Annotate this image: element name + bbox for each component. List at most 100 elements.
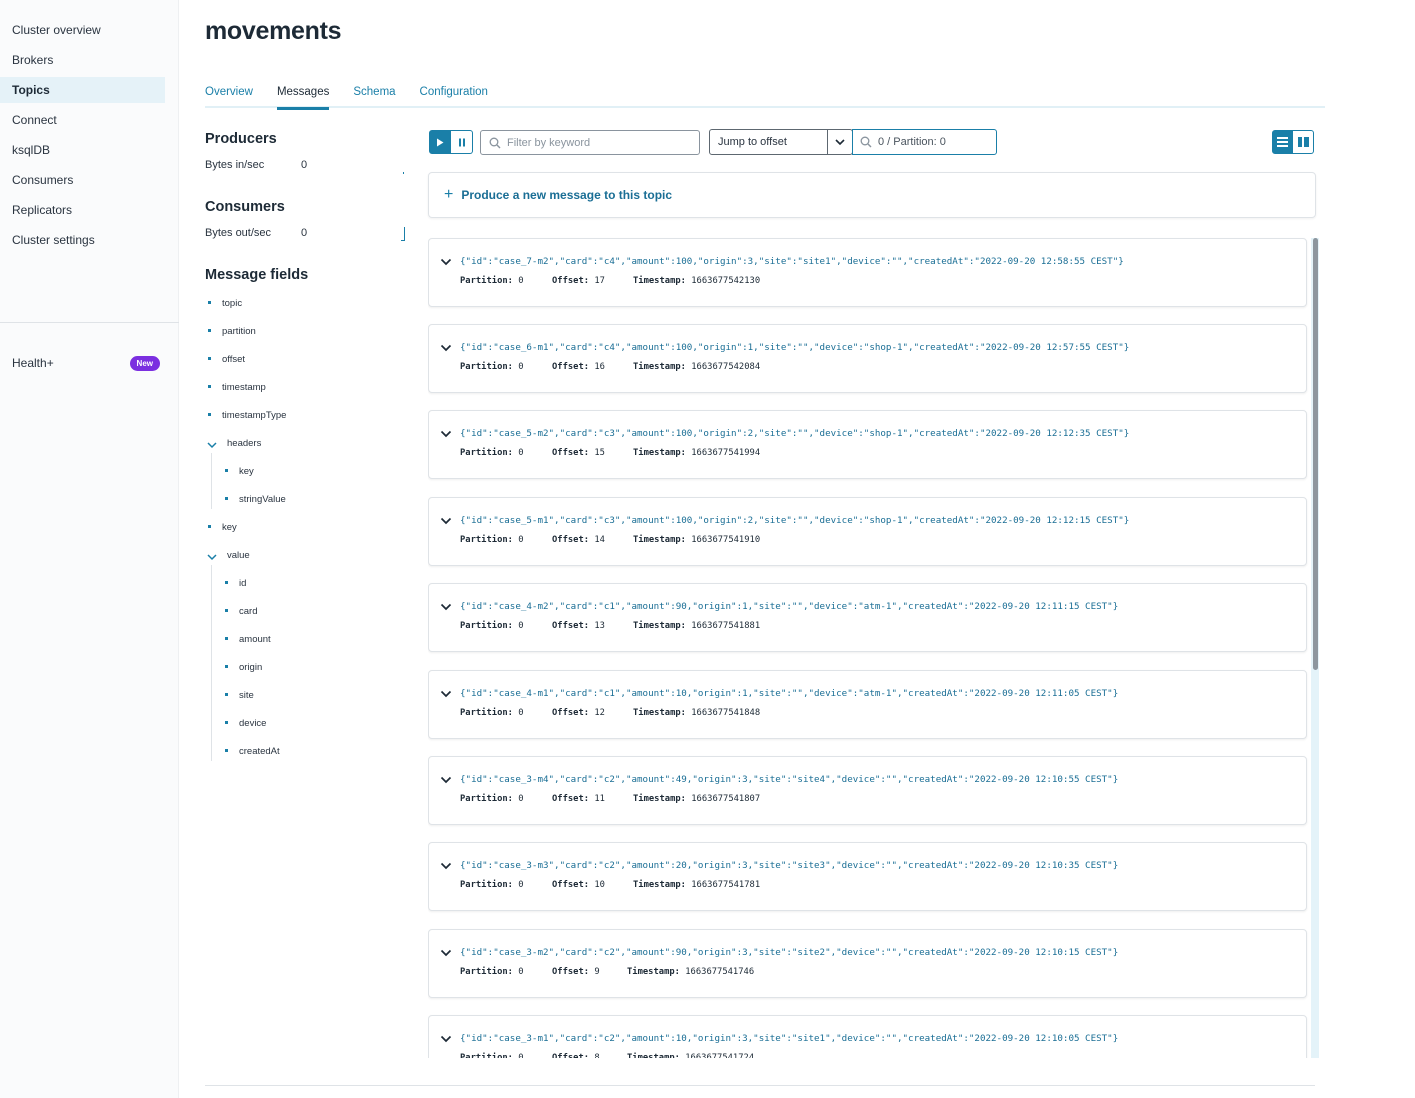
chevron-down-icon[interactable] bbox=[440, 861, 452, 871]
play-button[interactable] bbox=[429, 130, 451, 154]
scrollbar-thumb[interactable] bbox=[1313, 238, 1318, 670]
chevron-down-icon[interactable] bbox=[440, 689, 452, 699]
partition-label: Partition: bbox=[460, 1053, 513, 1058]
bullet-icon bbox=[208, 384, 211, 388]
message-meta: Partition: 0 Offset: 13 Timestamp: 1663677… bbox=[460, 621, 760, 631]
sidebar-item-health-plus[interactable]: Health+ New bbox=[12, 353, 160, 373]
field-label: timestamp bbox=[222, 382, 266, 393]
field-label: partition bbox=[222, 326, 256, 337]
sidebar-item-replicators[interactable]: Replicators bbox=[0, 197, 165, 223]
chevron-down-icon[interactable] bbox=[440, 775, 452, 785]
field-value-amount[interactable]: amount bbox=[225, 633, 271, 647]
offset-label: Offset: bbox=[552, 362, 590, 372]
message-card[interactable]: {"id":"case_5-m1","card":"c3","amount":1… bbox=[428, 497, 1307, 566]
offset-partition-field[interactable] bbox=[852, 129, 997, 155]
message-meta: Partition: 0 Offset: 9 Timestamp: 16636775… bbox=[460, 967, 754, 977]
card-view-button[interactable] bbox=[1293, 130, 1314, 154]
message-card[interactable]: {"id":"case_4-m2","card":"c1","amount":9… bbox=[428, 583, 1307, 652]
message-card[interactable]: {"id":"case_3-m3","card":"c2","amount":2… bbox=[428, 842, 1307, 911]
offset-value: 10 bbox=[594, 880, 605, 890]
timestamp-value: 1663677541724 bbox=[685, 1053, 755, 1058]
playback-controls bbox=[429, 130, 473, 154]
chevron-down-icon[interactable] bbox=[440, 343, 452, 353]
pause-button[interactable] bbox=[451, 130, 473, 154]
message-value: {"id":"case_3-m3","card":"c2","amount":2… bbox=[460, 860, 1119, 871]
tab-configuration[interactable]: Configuration bbox=[420, 80, 488, 108]
sidebar-item-consumers[interactable]: Consumers bbox=[0, 167, 165, 193]
message-card[interactable]: {"id":"case_3-m1","card":"c2","amount":1… bbox=[428, 1015, 1307, 1058]
field-value-origin[interactable]: origin bbox=[225, 661, 262, 675]
chevron-down-icon[interactable] bbox=[207, 440, 217, 450]
timestamp-label: Timestamp: bbox=[627, 967, 680, 977]
sidebar-item-cluster-overview[interactable]: Cluster overview bbox=[0, 17, 165, 43]
tree-line bbox=[211, 453, 212, 509]
sidebar-item-connect[interactable]: Connect bbox=[0, 107, 165, 133]
message-card[interactable]: {"id":"case_5-m2","card":"c3","amount":1… bbox=[428, 410, 1307, 479]
sidebar-item-ksqldb[interactable]: ksqlDB bbox=[0, 137, 165, 163]
message-meta: Partition: 0 Offset: 15 Timestamp: 1663677… bbox=[460, 448, 760, 458]
field-partition[interactable]: partition bbox=[208, 325, 256, 339]
message-card[interactable]: {"id":"case_4-m1","card":"c1","amount":1… bbox=[428, 670, 1307, 739]
field-offset[interactable]: offset bbox=[208, 353, 245, 367]
field-label: card bbox=[239, 606, 258, 617]
message-card[interactable]: {"id":"case_3-m4","card":"c2","amount":4… bbox=[428, 756, 1307, 825]
filter-keyword-input[interactable] bbox=[507, 136, 687, 149]
message-card[interactable]: {"id":"case_6-m1","card":"c4","amount":1… bbox=[428, 324, 1307, 393]
tab-messages[interactable]: Messages bbox=[276, 80, 330, 110]
chevron-down-icon[interactable] bbox=[440, 602, 452, 612]
tab-schema[interactable]: Schema bbox=[353, 80, 395, 108]
list-view-button[interactable] bbox=[1272, 130, 1293, 154]
field-timestamp[interactable]: timestamp bbox=[208, 381, 266, 395]
field-value-card[interactable]: card bbox=[225, 605, 257, 619]
field-label: key bbox=[222, 522, 237, 533]
partition-label: Partition: bbox=[460, 708, 513, 718]
field-headers-key[interactable]: key bbox=[225, 465, 254, 479]
chevron-down-icon[interactable] bbox=[440, 516, 452, 526]
sidebar: Cluster overview Brokers Topics Connect … bbox=[0, 0, 179, 1098]
field-value-device[interactable]: device bbox=[225, 717, 266, 731]
message-card[interactable]: {"id":"case_3-m2","card":"c2","amount":9… bbox=[428, 929, 1307, 998]
field-label: amount bbox=[239, 634, 271, 645]
message-meta: Partition: 0 Offset: 14 Timestamp: 1663677… bbox=[460, 535, 760, 545]
field-value-site[interactable]: site bbox=[225, 689, 254, 703]
field-topic[interactable]: topic bbox=[208, 297, 242, 311]
timestamp-value: 1663677541807 bbox=[691, 794, 761, 804]
field-value-id[interactable]: id bbox=[225, 577, 246, 591]
bytes-in-label: Bytes in/sec bbox=[205, 159, 265, 171]
tab-overview[interactable]: Overview bbox=[205, 80, 253, 108]
sidebar-item-cluster-settings[interactable]: Cluster settings bbox=[0, 227, 165, 253]
offset-value: 14 bbox=[594, 535, 605, 545]
timestamp-value: 1663677541746 bbox=[685, 967, 755, 977]
bullet-icon bbox=[225, 664, 228, 668]
chevron-down-icon[interactable] bbox=[207, 552, 217, 562]
select-arrow[interactable] bbox=[827, 130, 852, 154]
sidebar-item-brokers[interactable]: Brokers bbox=[0, 47, 165, 73]
produce-message-button[interactable]: + Produce a new message to this topic bbox=[428, 172, 1316, 218]
message-card[interactable]: {"id":"case_7-m2","card":"c4","amount":1… bbox=[428, 238, 1307, 307]
partition-value: 0 bbox=[518, 794, 524, 804]
chevron-down-icon[interactable] bbox=[440, 948, 452, 958]
partition-label: Partition: bbox=[460, 967, 513, 977]
field-key[interactable]: key bbox=[208, 521, 237, 535]
offset-value: 12 bbox=[594, 708, 605, 718]
filter-keyword-field[interactable] bbox=[480, 130, 700, 155]
partition-label: Partition: bbox=[460, 535, 513, 545]
bullet-icon bbox=[225, 496, 228, 500]
bullet-icon bbox=[208, 524, 211, 528]
chevron-down-icon[interactable] bbox=[440, 1034, 452, 1044]
message-meta: Partition: 0 Offset: 8 Timestamp: 16636775… bbox=[460, 1053, 754, 1058]
field-value[interactable]: value bbox=[227, 549, 250, 563]
message-meta: Partition: 0 Offset: 17 Timestamp: 1663677… bbox=[460, 276, 760, 286]
field-timestamptype[interactable]: timestampType bbox=[208, 409, 286, 423]
offset-partition-input[interactable] bbox=[878, 136, 993, 148]
sidebar-item-topics[interactable]: Topics bbox=[0, 77, 165, 103]
partition-label: Partition: bbox=[460, 448, 513, 458]
offset-label: Offset: bbox=[552, 967, 590, 977]
field-value-createdat[interactable]: createdAt bbox=[225, 745, 280, 759]
chevron-down-icon[interactable] bbox=[440, 257, 452, 267]
field-headers-stringvalue[interactable]: stringValue bbox=[225, 493, 286, 507]
jump-to-offset-select[interactable]: Jump to offset bbox=[709, 129, 853, 155]
chevron-down-icon[interactable] bbox=[440, 429, 452, 439]
bullet-icon bbox=[225, 692, 228, 696]
field-headers[interactable]: headers bbox=[227, 437, 261, 451]
